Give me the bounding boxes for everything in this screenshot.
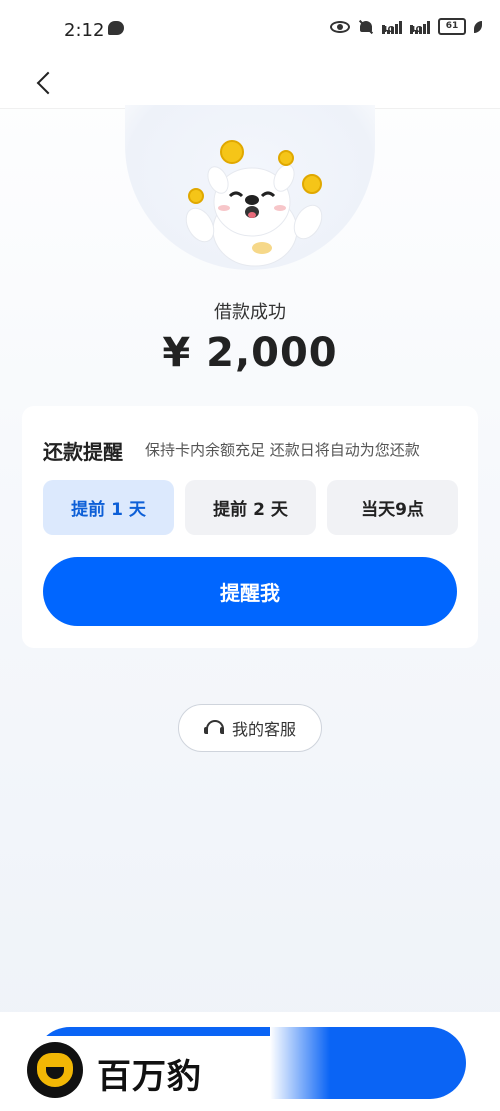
status-time: 2:12 [64,20,105,41]
signal-icon-2: 4G [410,20,430,34]
eye-icon [330,20,350,33]
loan-amount: ¥ 2,000 [162,330,338,376]
nav-bar [0,60,500,109]
card-title: 还款提醒 [43,440,123,464]
network-type-label: 4G [410,24,422,34]
headset-icon [203,719,224,737]
remind-me-button[interactable]: 提醒我 [43,557,457,626]
option-2-days-before[interactable]: 提前 2 天 [185,480,316,535]
success-title: 借款成功 [214,302,286,323]
option-same-day-9am[interactable]: 当天9点 [327,480,458,535]
status-icons: 4G 4G 61 [330,18,482,35]
customer-service-button[interactable]: 我的客服 [178,704,322,752]
signal-icon-1: 4G [382,20,402,34]
network-type-label: 4G [382,24,394,34]
battery-icon: 61 [438,18,466,35]
repayment-reminder-card: 还款提醒 保持卡内余额充足 还款日将自动为您还款 提前 1 天 提前 2 天 当… [22,406,478,648]
bell-off-icon [358,19,374,35]
card-description: 保持卡内余额充足 还款日将自动为您还款 [145,441,420,459]
watermark-brand-name: 百万豹 [97,1057,202,1097]
leopard-logo-icon [27,1042,83,1098]
status-bar: 2:12 4G 4G 61 [0,0,500,60]
mascot-illustration [185,140,323,267]
customer-service-label: 我的客服 [231,720,296,739]
watermark-fade [270,1027,330,1099]
leaf-icon [474,20,482,33]
chat-notification-icon [108,21,124,35]
back-button[interactable] [30,66,60,100]
option-1-day-before[interactable]: 提前 1 天 [43,480,174,535]
